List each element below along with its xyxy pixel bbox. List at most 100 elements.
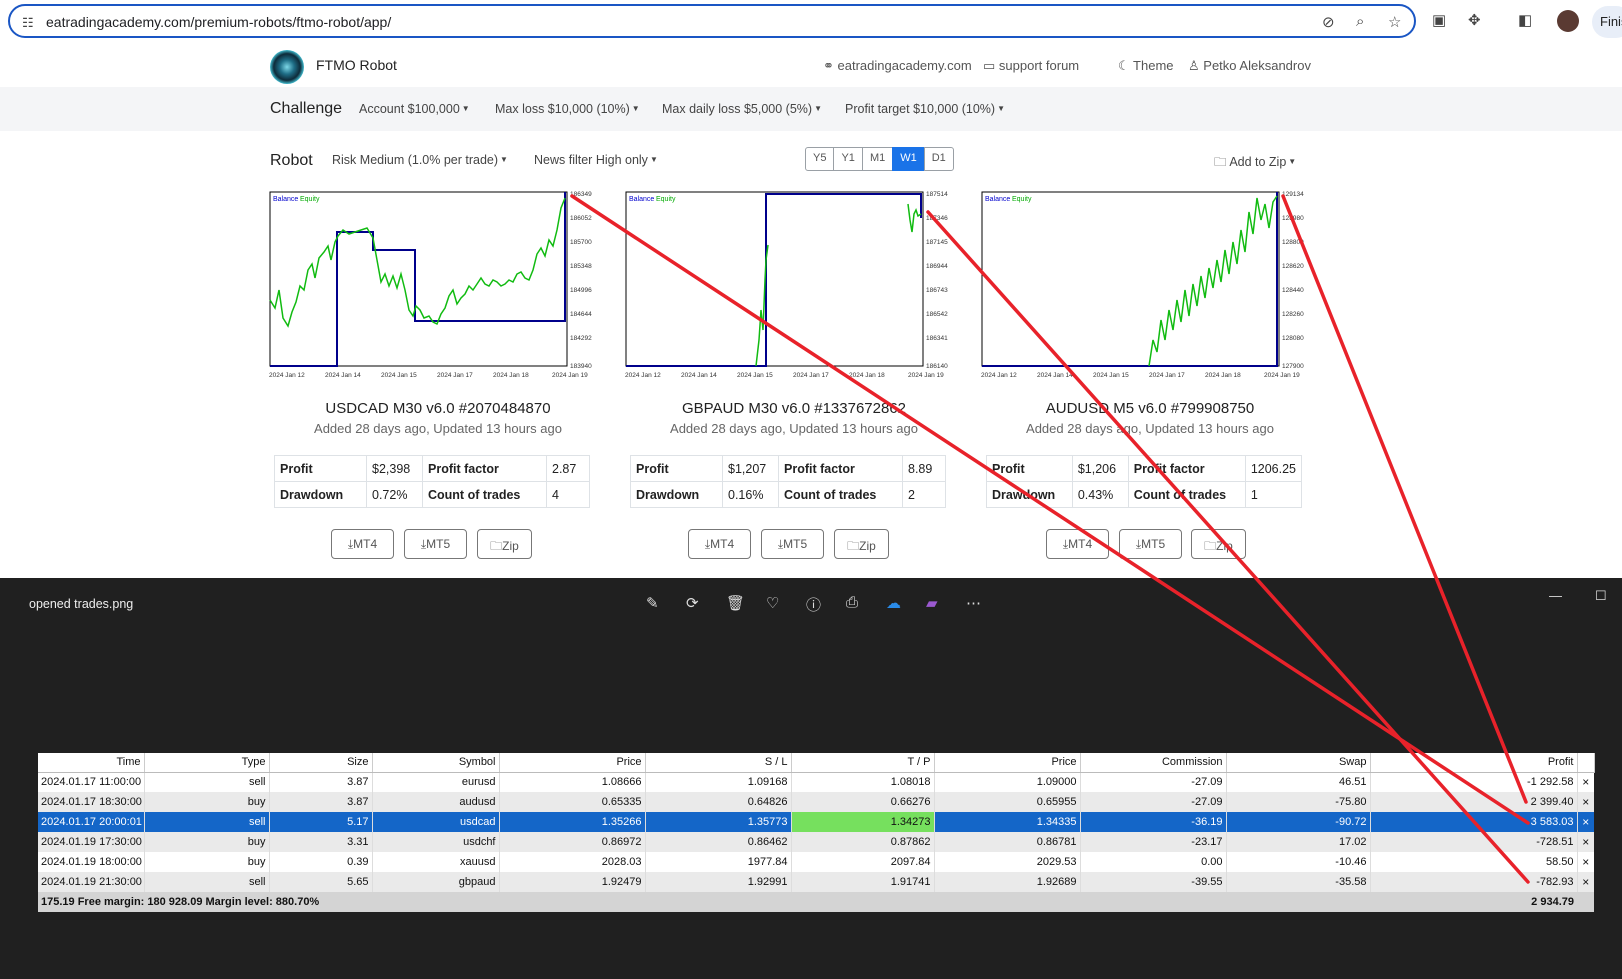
strategy-title[interactable]: USDCAD M30 v6.0 #2070484870 — [272, 400, 604, 417]
download-mt5-button[interactable]: ⤓MT5 — [1119, 529, 1182, 559]
site-link[interactable]: ⚭ eatradingacademy.com — [823, 58, 972, 74]
cell-time: 2024.01.17 11:00:00 — [38, 772, 145, 792]
zoom-icon[interactable]: ⌕ — [1356, 13, 1364, 30]
browser-toolbar: ☷ eatradingacademy.com/premium-robots/ft… — [0, 0, 1622, 44]
zip-button[interactable]: 🗀Zip — [834, 529, 889, 559]
account-dropdown[interactable]: Account $100,000 ▼ — [359, 102, 470, 116]
table-row[interactable]: 2024.01.19 18:00:00 buy 0.39 xauusd 2028.03 1… — [38, 852, 1594, 872]
more-icon[interactable]: ⋯ — [966, 594, 981, 612]
stat-label: Profit factor — [422, 455, 547, 482]
profile-avatar[interactable] — [1557, 10, 1579, 32]
cell-type: sell — [144, 772, 270, 792]
table-row[interactable]: 2024.01.17 20:00:01 sell 5.17 usdcad 1.35266… — [38, 812, 1594, 832]
sidepanel-icon[interactable]: ◧ — [1518, 11, 1532, 29]
close-trade-icon[interactable]: × — [1577, 812, 1594, 832]
edit-icon[interactable]: ✎ — [646, 594, 659, 612]
site-info-icon[interactable]: ☷ — [22, 15, 34, 31]
table-header: Time Type Size Symbol Price S / L T / P … — [38, 753, 1595, 773]
robot-title: Robot — [270, 152, 313, 169]
download-mt4-button[interactable]: ⤓MT4 — [1046, 529, 1109, 559]
news-filter-dropdown[interactable]: News filter High only ▼ — [534, 153, 658, 167]
stat-label: Drawdown — [274, 481, 367, 508]
timeframe-w1[interactable]: W1 — [892, 147, 925, 171]
col-symbol[interactable]: Symbol — [372, 753, 500, 773]
eye-off-icon[interactable]: ⊘ — [1322, 13, 1335, 31]
risk-dropdown[interactable]: Risk Medium (1.0% per trade) ▼ — [332, 153, 508, 167]
y-tick-label: 184996 — [570, 287, 592, 294]
support-forum-link[interactable]: ▭ support forum — [983, 58, 1079, 74]
strategy-title[interactable]: GBPAUD M30 v6.0 #1337672862 — [628, 400, 960, 417]
cell-type: sell — [144, 812, 270, 832]
profit-target-dropdown[interactable]: Profit target $10,000 (10%) ▼ — [845, 102, 1005, 116]
x-tick-label: 2024 Jan 14 — [681, 372, 717, 379]
cell-open-price: 2028.03 — [499, 852, 646, 872]
delete-icon[interactable]: 🗑 — [726, 594, 745, 612]
onedrive-icon[interactable]: ☁ — [886, 594, 901, 612]
url-text[interactable]: eatradingacademy.com/premium-robots/ftmo… — [46, 14, 391, 30]
cell-profit: -1 292.58 — [1370, 772, 1578, 792]
caret-down-icon: ▼ — [1288, 157, 1297, 166]
download-mt5-button[interactable]: ⤓MT5 — [404, 529, 467, 559]
stat-label: Count of trades — [422, 481, 547, 508]
download-mt5-button[interactable]: ⤓MT5 — [761, 529, 824, 559]
finish-button[interactable]: Finis — [1592, 6, 1622, 38]
col-price[interactable]: Price — [934, 753, 1081, 773]
strategy-title[interactable]: AUDUSD M5 v6.0 #799908750 — [984, 400, 1316, 417]
col-profit[interactable]: Profit — [1370, 753, 1578, 773]
cell-symbol: gbpaud — [372, 872, 500, 892]
table-row[interactable]: 2024.01.17 11:00:00 sell 3.87 eurusd 1.08666… — [38, 772, 1594, 792]
table-row[interactable]: 2024.01.19 21:30:00 sell 5.65 gbpaud 1.92479… — [38, 872, 1594, 892]
favorite-icon[interactable]: ♡ — [766, 594, 779, 612]
minimize-icon[interactable]: — — [1549, 588, 1562, 603]
col-tp[interactable]: T / P — [791, 753, 935, 773]
folder-icon: 🗀 — [1214, 155, 1227, 169]
close-trade-icon[interactable]: × — [1577, 852, 1594, 872]
col-type[interactable]: Type — [144, 753, 270, 773]
table-row[interactable]: 2024.01.17 18:30:00 buy 3.87 audusd 0.65335 0… — [38, 792, 1594, 812]
y-tick-labels: 187514 187346 187145 186944 186743 18654… — [926, 191, 948, 370]
brand-name[interactable]: FTMO Robot — [316, 57, 397, 73]
trade-count-value: 1 — [1244, 481, 1303, 508]
print-icon[interactable]: ⎙ — [846, 594, 858, 611]
address-bar[interactable]: ☷ eatradingacademy.com/premium-robots/ft… — [8, 4, 1416, 38]
x-tick-label: 2024 Jan 18 — [849, 372, 885, 379]
max-loss-dropdown[interactable]: Max loss $10,000 (10%) ▼ — [495, 102, 640, 116]
timeframe-y1[interactable]: Y1 — [833, 147, 863, 171]
y-tick-label: 186341 — [926, 335, 948, 342]
col-open-price[interactable]: Price — [499, 753, 646, 773]
info-icon[interactable]: ⓘ — [806, 594, 821, 615]
rotate-icon[interactable]: ⟳ — [686, 594, 699, 612]
col-swap[interactable]: Swap — [1226, 753, 1371, 773]
user-menu[interactable]: ♙ Petko Aleksandrov — [1188, 58, 1311, 74]
close-trade-icon[interactable]: × — [1577, 832, 1594, 852]
bookmark-star-icon[interactable]: ☆ — [1388, 13, 1401, 31]
table-row[interactable]: 2024.01.19 17:30:00 buy 3.31 usdchf 0.86972 0… — [38, 832, 1594, 852]
brand-logo[interactable] — [270, 50, 304, 84]
col-size[interactable]: Size — [269, 753, 373, 773]
strategy-subtitle: Added 28 days ago, Updated 13 hours ago — [1026, 421, 1274, 436]
download-mt4-button[interactable]: ⤓MT4 — [688, 529, 751, 559]
x-tick-label: 2024 Jan 19 — [1264, 372, 1300, 379]
col-sl[interactable]: S / L — [645, 753, 792, 773]
puzzle-icon[interactable]: ✥ — [1468, 11, 1481, 29]
col-commission[interactable]: Commission — [1080, 753, 1227, 773]
zip-button[interactable]: 🗀Zip — [477, 529, 532, 559]
timeframe-d1[interactable]: D1 — [923, 147, 954, 171]
stats-table-usdcad: Profit $2,398 Profit factor 2.87 Drawdown 0.… — [274, 455, 590, 508]
close-trade-icon[interactable]: × — [1577, 792, 1594, 812]
download-mt4-button[interactable]: ⤓MT4 — [331, 529, 394, 559]
close-trade-icon[interactable]: × — [1577, 772, 1594, 792]
y-tick-label: 187145 — [926, 239, 948, 246]
x-tick-labels: 2024 Jan 12 2024 Jan 14 2024 Jan 15 2024… — [269, 372, 588, 379]
extension-icon[interactable]: ▣ — [1432, 11, 1446, 29]
clipchamp-icon[interactable]: ▰ — [926, 594, 938, 612]
close-trade-icon[interactable]: × — [1577, 872, 1594, 892]
timeframe-m1[interactable]: M1 — [861, 147, 894, 171]
add-to-zip-dropdown[interactable]: 🗀 Add to Zip ▼ — [1214, 153, 1296, 174]
max-daily-loss-dropdown[interactable]: Max daily loss $5,000 (5%) ▼ — [662, 102, 822, 116]
timeframe-y5[interactable]: Y5 — [805, 147, 835, 171]
theme-toggle[interactable]: ☾ Theme — [1118, 58, 1174, 74]
zip-button[interactable]: 🗀Zip — [1191, 529, 1246, 559]
col-time[interactable]: Time — [38, 753, 145, 773]
maximize-icon[interactable]: ☐ — [1595, 588, 1607, 604]
